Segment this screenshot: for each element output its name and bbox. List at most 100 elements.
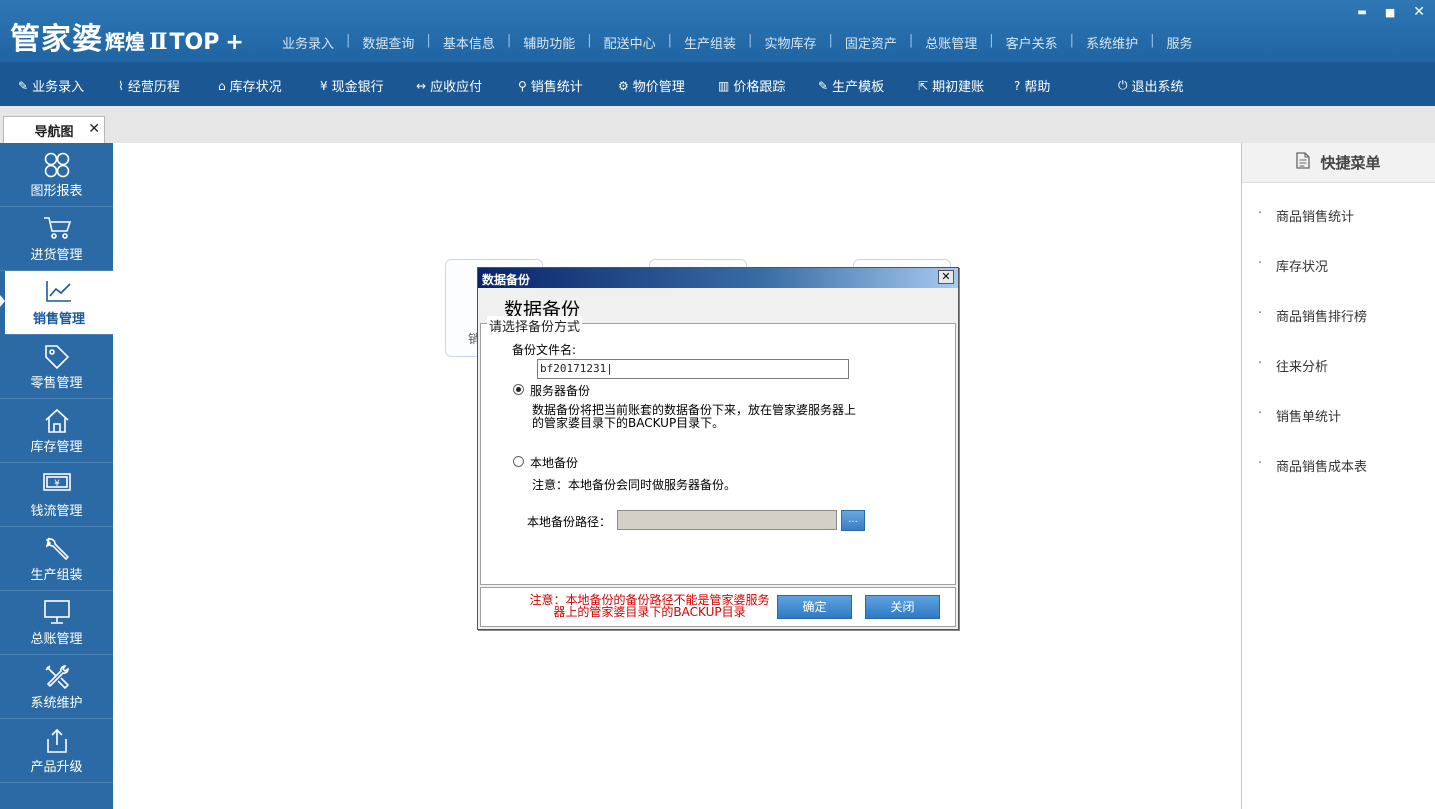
- tab-label: 导航图: [34, 124, 74, 140]
- top-menu-item[interactable]: 客户关系: [994, 33, 1070, 52]
- toolbar-button[interactable]: ▥ 价格跟踪: [718, 76, 785, 96]
- quick-menu-link[interactable]: · 往来分析: [1258, 356, 1328, 375]
- toolbar-button[interactable]: ✎ 生产模板: [818, 76, 884, 96]
- toolbar-button[interactable]: ↔ 应收应付: [416, 76, 482, 96]
- sidebar-item[interactable]: 生产组装: [0, 527, 113, 591]
- quick-menu-header: 快捷菜单: [1242, 143, 1435, 183]
- monitor-icon: [43, 599, 71, 629]
- tab-navigation-map[interactable]: 导航图 ✕: [3, 116, 105, 143]
- tag-icon: [43, 343, 71, 375]
- exchange-icon: ↔: [416, 78, 427, 93]
- toolbar-button[interactable]: ⇱ 期初建账: [918, 76, 984, 96]
- local-backup-radio[interactable]: [513, 456, 524, 467]
- sidebar-item[interactable]: 产品升级: [0, 719, 113, 783]
- quick-menu-link-label: 商品销售统计: [1276, 210, 1355, 225]
- dialog-title: 数据备份: [482, 273, 531, 287]
- backup-dialog: 数据备份 ✕ 数据备份 请选择备份方式 备份文件名: bf20171231| 服…: [477, 267, 959, 630]
- top-menu-item[interactable]: 配送中心: [592, 33, 668, 52]
- toolbar-button[interactable]: ⚙ 物价管理: [618, 76, 685, 96]
- filename-input[interactable]: bf20171231|: [537, 359, 849, 379]
- top-menu-item[interactable]: 总账管理: [913, 33, 989, 52]
- top-menu-item[interactable]: 固定资产: [833, 33, 909, 52]
- browse-button[interactable]: ...: [841, 510, 865, 531]
- sidebar-item[interactable]: ¥ 钱流管理: [0, 463, 113, 527]
- dialog-close-icon[interactable]: ✕: [938, 270, 954, 284]
- top-menu-item[interactable]: 生产组装: [672, 33, 748, 52]
- quick-menu-link[interactable]: · 库存状况: [1258, 256, 1329, 275]
- top-menu-item[interactable]: 辅助功能: [511, 33, 587, 52]
- quick-menu-link-label: 销售单统计: [1276, 410, 1342, 425]
- logo-top: TOP: [169, 30, 220, 55]
- sidebar: 图形报表 进货管理销售管理零售管理 库存管理 ¥ 钱流管理 生产组装总账管理系统维护 产品升…: [0, 143, 113, 809]
- local-path-input[interactable]: [617, 510, 837, 530]
- server-backup-label[interactable]: 服务器备份: [530, 382, 590, 399]
- toolbar-button-label: 帮助: [1024, 80, 1051, 95]
- toolbar-button[interactable]: ⌂ 库存状况: [218, 76, 282, 96]
- sidebar-item[interactable]: 库存管理: [0, 399, 113, 463]
- upload-icon: [44, 727, 70, 759]
- top-menu-item[interactable]: 实物库存: [752, 33, 828, 52]
- warning-text: 注意：本地备份的备份路径不能是管家婆服务 器上的管家婆目录下的BACKUP目录: [527, 594, 772, 618]
- top-menu-item[interactable]: 服务: [1154, 33, 1204, 52]
- sidebar-item-label: 销售管理: [32, 312, 85, 327]
- group-label: 请选择备份方式: [487, 316, 583, 335]
- top-menu-item[interactable]: 基本信息: [431, 33, 507, 52]
- toolbar-button[interactable]: ✎ 业务录入: [18, 76, 84, 96]
- backup-method-group: 请选择备份方式 备份文件名: bf20171231| 服务器备份 数据备份将把当…: [480, 316, 956, 585]
- sidebar-item[interactable]: 进货管理: [0, 207, 113, 271]
- close-icon[interactable]: ✕: [1413, 4, 1425, 20]
- title-bar: 管家婆 辉煌 Ⅱ TOP + 业务录入 | 数据查询 | 基本信息 | 辅助功能 | 配送中心 |…: [0, 0, 1435, 62]
- cart-icon: [42, 215, 72, 245]
- top-menu-item[interactable]: 业务录入: [270, 33, 346, 52]
- tools-icon: [43, 663, 71, 695]
- quick-menu-link[interactable]: · 销售单统计: [1258, 406, 1342, 425]
- tab-close-icon[interactable]: ✕: [88, 121, 100, 137]
- gear-icon: ⚙: [618, 78, 629, 93]
- quick-menu-link[interactable]: · 商品销售排行榜: [1258, 306, 1367, 325]
- sidebar-item-label: 总账管理: [30, 632, 83, 647]
- local-backup-label[interactable]: 本地备份: [530, 454, 578, 471]
- sidebar-item[interactable]: 总账管理: [0, 591, 113, 655]
- chart-icon: ⌇: [118, 78, 124, 93]
- toolbar-button[interactable]: ⌇ 经营历程: [118, 76, 180, 96]
- maximize-icon[interactable]: ■: [1385, 6, 1395, 20]
- help-icon: ?: [1014, 78, 1021, 93]
- toolbar-button-label: 物价管理: [632, 80, 685, 95]
- sidebar-item[interactable]: 图形报表: [0, 143, 113, 207]
- sidebar-item[interactable]: 系统维护: [0, 655, 113, 719]
- minimize-icon[interactable]: ▬: [1357, 7, 1366, 20]
- logo-sub: 辉煌: [105, 30, 145, 54]
- server-backup-desc: 的管家婆目录下的BACKUP目录下。: [532, 416, 725, 430]
- external-icon: ⇱: [918, 78, 929, 93]
- top-menu-item[interactable]: 数据查询: [350, 33, 426, 52]
- document-icon: [1296, 152, 1311, 173]
- server-backup-radio[interactable]: [513, 384, 524, 395]
- yen-icon: ¥: [320, 78, 328, 93]
- toolbar-button-label: 销售统计: [530, 80, 583, 95]
- toolbar-button[interactable]: ¥ 现金银行: [320, 76, 384, 96]
- dialog-footer: 注意：本地备份的备份路径不能是管家婆服务 器上的管家婆目录下的BACKUP目录 …: [480, 587, 956, 627]
- quick-menu-link[interactable]: · 商品销售成本表: [1258, 456, 1367, 475]
- tab-strip: 导航图 ✕: [0, 106, 1435, 143]
- quick-menu-panel: 快捷菜单 · 商品销售统计 · 库存状况 · 商品销售排行榜 · 往来分析 · 销售单统计 · 商品销…: [1241, 143, 1435, 809]
- trend-icon: [45, 279, 73, 307]
- money-icon: ¥: [42, 471, 72, 497]
- sidebar-item[interactable]: 销售管理: [0, 271, 113, 335]
- app-logo: 管家婆 辉煌 Ⅱ TOP +: [10, 14, 244, 57]
- top-menu-item[interactable]: 系统维护: [1074, 33, 1150, 52]
- logo-version: Ⅱ: [149, 29, 168, 55]
- toolbar-button[interactable]: ⚲ 销售统计: [518, 76, 583, 96]
- ok-button[interactable]: 确定: [777, 595, 852, 619]
- bullet: ·: [1258, 256, 1263, 271]
- sidebar-item[interactable]: 零售管理: [0, 335, 113, 399]
- quick-menu-link[interactable]: · 商品销售统计: [1258, 206, 1355, 225]
- top-menu: 业务录入 | 数据查询 | 基本信息 | 辅助功能 | 配送中心 | 生产组装 | 实物库存 | 固定资产 |…: [270, 33, 1204, 52]
- close-button[interactable]: 关闭: [865, 595, 940, 619]
- toolbar-button[interactable]: ? 帮助: [1014, 76, 1051, 96]
- quick-menu-link-label: 库存状况: [1276, 260, 1329, 275]
- quick-menu-title: 快捷菜单: [1320, 154, 1381, 172]
- filename-label: 备份文件名:: [512, 343, 577, 357]
- window-controls: ▬ ■ ✕: [1357, 4, 1425, 20]
- toolbar-button[interactable]: ⏻ 退出系统: [1118, 76, 1184, 95]
- logo-plus: +: [225, 30, 244, 55]
